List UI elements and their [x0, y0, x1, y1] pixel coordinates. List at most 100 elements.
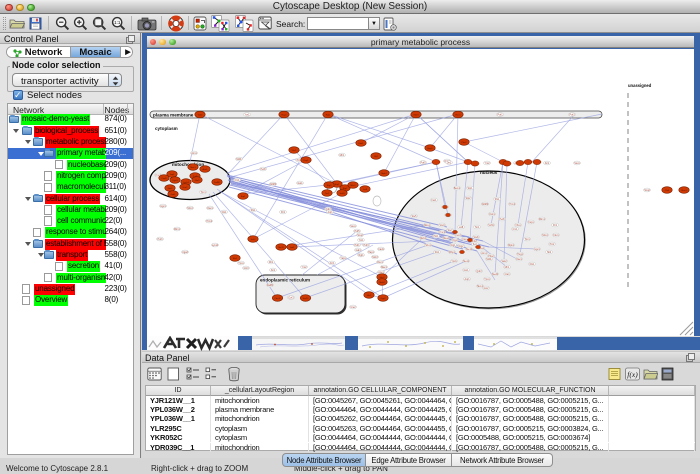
- svg-text:Bem1: Bem1: [454, 187, 461, 190]
- svg-text:Ste20: Ste20: [303, 297, 309, 300]
- svg-text:Uga3: Uga3: [182, 251, 188, 254]
- svg-text:Uga3: Uga3: [172, 180, 178, 182]
- svg-text:Lst8: Lst8: [459, 226, 464, 229]
- svg-text:Ssu1: Ssu1: [350, 225, 356, 228]
- svg-text:Mpk1: Mpk1: [508, 244, 515, 247]
- svg-text:Oac1: Oac1: [207, 207, 213, 210]
- svg-text:Cad1: Cad1: [161, 178, 167, 180]
- svg-text:plasma membrane: plasma membrane: [153, 112, 194, 117]
- svg-text:Atm1: Atm1: [191, 152, 197, 155]
- svg-text:Vhs1: Vhs1: [292, 150, 298, 152]
- svg-text:Odc1: Odc1: [489, 213, 495, 216]
- svg-text:Pdr3: Pdr3: [569, 113, 575, 116]
- svg-text:Hkr1: Hkr1: [367, 294, 372, 297]
- svg-text:Sfc1: Sfc1: [251, 209, 256, 212]
- svg-text:Mot3: Mot3: [414, 113, 420, 116]
- svg-text:Mrs4: Mrs4: [542, 234, 548, 237]
- svg-text:1:1: 1:1: [114, 20, 121, 25]
- svg-text:Ste5: Ste5: [412, 215, 418, 218]
- svg-text:Mrs4: Mrs4: [187, 207, 193, 210]
- svg-text:Pet8: Pet8: [500, 218, 506, 221]
- svg-text:Cdc42: Cdc42: [274, 298, 281, 300]
- svg-text:Kdx1: Kdx1: [359, 143, 365, 145]
- svg-text:Atm1: Atm1: [481, 252, 487, 255]
- svg-text:Tpc1: Tpc1: [200, 191, 206, 194]
- svg-text:Gat1: Gat1: [297, 182, 303, 185]
- svg-text:Put3: Put3: [158, 238, 164, 241]
- svg-text:Mac1: Mac1: [190, 167, 196, 169]
- svg-text:Ste7: Ste7: [448, 229, 454, 232]
- svg-text:Tpo1: Tpo1: [484, 278, 490, 281]
- svg-text:Ksp1: Ksp1: [528, 221, 534, 224]
- svg-text:Gln3: Gln3: [243, 267, 249, 270]
- svg-text:Gal4: Gal4: [198, 114, 203, 116]
- svg-text:Stp1: Stp1: [241, 195, 246, 198]
- svg-text:Gzf3: Gzf3: [288, 296, 294, 299]
- svg-text:Sln1: Sln1: [435, 251, 440, 254]
- svg-text:Snq2: Snq2: [644, 189, 650, 192]
- svg-text:Hap1: Hap1: [368, 251, 374, 254]
- svg-text:Gic2: Gic2: [484, 287, 490, 290]
- svg-text:Oac1: Oac1: [516, 258, 522, 261]
- svg-text:Mdl1: Mdl1: [236, 158, 242, 161]
- svg-text:Cla4: Cla4: [665, 190, 670, 192]
- svg-text:Opy2: Opy2: [452, 239, 458, 242]
- svg-text:Mtm1: Mtm1: [174, 228, 181, 231]
- svg-text:Ndt80: Ndt80: [482, 203, 489, 206]
- svg-text:Mac1: Mac1: [381, 266, 388, 269]
- svg-text:Gal4: Gal4: [355, 249, 361, 252]
- svg-text:Mpk1: Mpk1: [381, 173, 387, 175]
- svg-text:Ymc2: Ymc2: [439, 231, 446, 234]
- svg-text:Ndt80: Ndt80: [270, 183, 277, 186]
- svg-text:Yor1: Yor1: [359, 239, 364, 242]
- svg-text:Opy2: Opy2: [380, 298, 386, 300]
- svg-text:Gln3: Gln3: [195, 180, 200, 182]
- svg-text:Flr1: Flr1: [281, 211, 286, 214]
- svg-text:Ypd1: Ypd1: [290, 247, 296, 249]
- svg-text:Skm1: Skm1: [681, 190, 687, 192]
- svg-text:unassigned: unassigned: [628, 83, 652, 88]
- svg-text:Mir1: Mir1: [340, 154, 345, 157]
- svg-text:Snq2: Snq2: [357, 234, 363, 237]
- svg-text:Rtg1: Rtg1: [343, 187, 348, 190]
- svg-text:Slt2: Slt2: [547, 251, 552, 254]
- svg-text:Mks1: Mks1: [350, 185, 356, 187]
- svg-text:Mdl1: Mdl1: [486, 258, 492, 261]
- svg-text:Dal80: Dal80: [214, 182, 220, 184]
- svg-text:Pdr1: Pdr1: [354, 244, 360, 247]
- svg-text:Gat1: Gat1: [171, 193, 177, 196]
- svg-text:Gic1: Gic1: [464, 269, 470, 272]
- svg-text:Sfc1: Sfc1: [495, 198, 500, 201]
- svg-text:Pdr5: Pdr5: [354, 230, 360, 233]
- svg-text:Lys14: Lys14: [212, 244, 219, 247]
- svg-text:Crc1: Crc1: [234, 179, 240, 182]
- svg-text:Sch9: Sch9: [488, 224, 494, 227]
- svg-text:Pdr5: Pdr5: [420, 161, 426, 164]
- svg-text:Pic2: Pic2: [550, 243, 555, 246]
- svg-text:Rtg3: Rtg3: [327, 184, 332, 187]
- svg-text:Yro2: Yro2: [301, 266, 307, 269]
- svg-text:Cla4: Cla4: [505, 273, 511, 276]
- svg-text:nucleus: nucleus: [480, 170, 498, 175]
- svg-text:Ste20: Ste20: [492, 273, 499, 276]
- svg-text:Rox1: Rox1: [455, 114, 461, 116]
- svg-text:Ggc1: Ggc1: [534, 248, 540, 251]
- svg-text:Atr1: Atr1: [271, 269, 276, 272]
- svg-text:Crc1: Crc1: [512, 228, 518, 231]
- svg-text:Mir1: Mir1: [505, 266, 510, 269]
- svg-text:f(x): f(x): [627, 370, 638, 379]
- svg-text:Qdr2: Qdr2: [476, 270, 482, 273]
- svg-text:Cad1: Cad1: [378, 248, 384, 251]
- svg-text:Yro2: Yro2: [484, 162, 490, 165]
- svg-text:Ssk2: Ssk2: [501, 260, 507, 263]
- svg-text:Tpo1: Tpo1: [238, 262, 244, 265]
- svg-text:Ace1: Ace1: [203, 168, 209, 171]
- svg-text:Msb2: Msb2: [420, 237, 427, 240]
- svg-text:Azr1: Azr1: [330, 262, 336, 265]
- svg-text:Msb2: Msb2: [379, 282, 385, 284]
- svg-text:Kss1: Kss1: [462, 238, 468, 241]
- svg-text:Gzf3: Gzf3: [168, 188, 173, 190]
- svg-text:Mbp1: Mbp1: [449, 251, 456, 254]
- svg-text:Yap1: Yap1: [170, 174, 176, 176]
- svg-text:Dtr1: Dtr1: [447, 161, 452, 164]
